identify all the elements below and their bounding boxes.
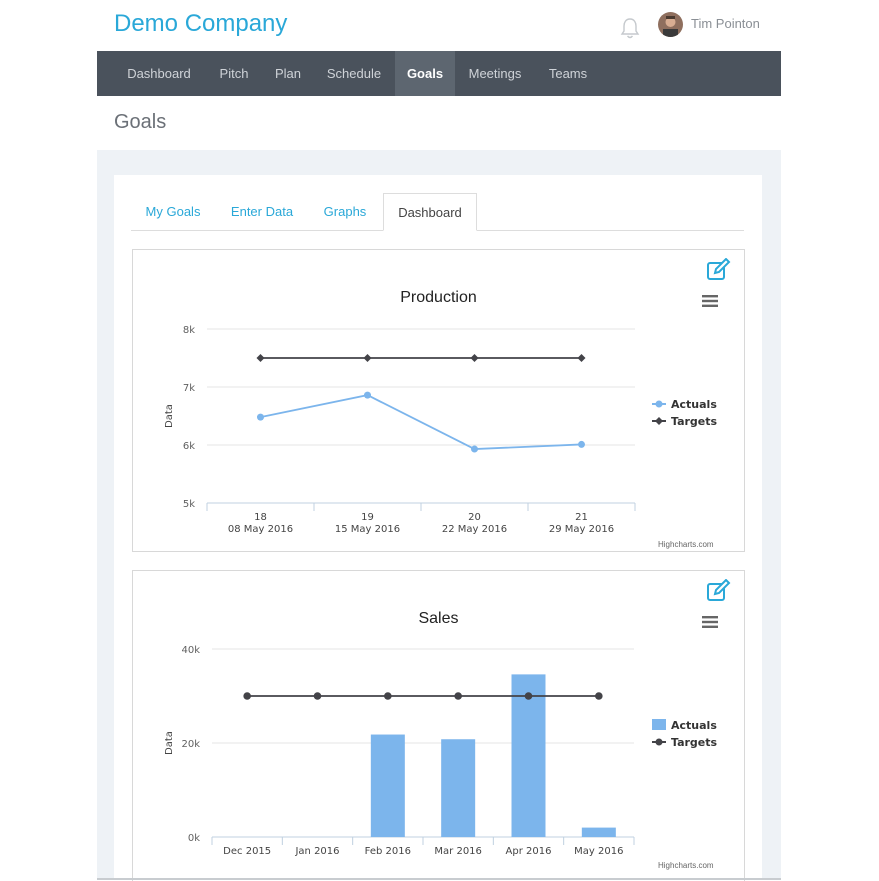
- x-tick-label: 08 May 2016: [228, 524, 293, 535]
- legend-swatch: [652, 719, 666, 730]
- x-tick-label: 15 May 2016: [335, 524, 400, 535]
- x-tick-label: May 2016: [574, 846, 623, 857]
- x-tick-label: 29 May 2016: [549, 524, 614, 535]
- nav-item-dashboard[interactable]: Dashboard: [115, 51, 203, 96]
- legend-label: Targets: [671, 736, 718, 749]
- y-axis-title: Data: [164, 731, 175, 755]
- highcharts-credit[interactable]: Highcharts.com: [658, 540, 714, 549]
- y-tick-label: 0k: [188, 833, 200, 844]
- x-tick-label: 20: [468, 512, 481, 523]
- x-tick-label: 21: [575, 512, 588, 523]
- data-point: [256, 354, 265, 362]
- sales-chart-card: Sales 0k 20k 40k Dec 2015 Jan 2016 Feb 2016 Ma…: [132, 570, 745, 881]
- data-point: [524, 692, 533, 700]
- nav-item-schedule[interactable]: Schedule: [315, 51, 393, 96]
- page-title: Goals: [114, 111, 167, 133]
- data-point: [384, 692, 392, 700]
- y-tick-label: 20k: [181, 739, 200, 750]
- brand-title[interactable]: Demo Company: [114, 10, 287, 38]
- sales-plot: 0k 20k 40k Dec 2015 Jan 2016 Feb 2016 Mar 2016…: [164, 645, 718, 857]
- legend-label: Actuals: [671, 719, 717, 732]
- production-plot: 5k 6k 7k 8k 1808 May 2016 1915 May 2016 2022 M…: [164, 325, 718, 535]
- production-chart-card: Production 5k 6k 7k 8k 18 08 May 2016 19 15 May…: [132, 249, 745, 552]
- nav-item-goals[interactable]: Goals: [395, 51, 455, 96]
- data-point: [363, 354, 372, 362]
- bell-icon[interactable]: [619, 16, 641, 40]
- data-point: [578, 440, 585, 448]
- data-point: [313, 692, 322, 700]
- legend-label: Targets: [671, 415, 718, 428]
- x-tick-label: Apr 2016: [506, 846, 552, 857]
- bar: [581, 827, 616, 837]
- legend-marker: [655, 738, 663, 746]
- x-tick-label: Jan 2016: [294, 846, 339, 857]
- y-tick-label: 7k: [183, 383, 195, 394]
- tab-enter-data[interactable]: Enter Data: [220, 193, 304, 230]
- nav-item-teams[interactable]: Teams: [537, 51, 599, 96]
- nav-item-plan[interactable]: Plan: [265, 51, 311, 96]
- tab-my-goals[interactable]: My Goals: [134, 193, 212, 230]
- highcharts-credit[interactable]: Highcharts.com: [658, 861, 714, 870]
- x-tick-label: 19: [361, 512, 374, 523]
- data-point: [454, 692, 462, 700]
- x-tick-label: Dec 2015: [223, 846, 271, 857]
- series-line-actuals: [260, 394, 582, 450]
- x-tick-label: 18: [254, 512, 267, 523]
- main-nav: Dashboard Pitch Plan Schedule Goals Meet…: [97, 51, 781, 96]
- data-point: [595, 692, 603, 700]
- y-tick-label: 5k: [183, 499, 195, 510]
- nav-item-pitch[interactable]: Pitch: [205, 51, 263, 96]
- bar: [370, 734, 405, 837]
- avatar[interactable]: [658, 12, 683, 37]
- data-point: [470, 354, 479, 362]
- tab-dashboard[interactable]: Dashboard: [383, 193, 477, 231]
- data-point: [257, 413, 264, 421]
- legend-marker: [655, 400, 663, 408]
- y-axis-title: Data: [164, 404, 175, 428]
- data-point: [577, 354, 586, 362]
- nav-item-meetings[interactable]: Meetings: [457, 51, 533, 96]
- y-tick-label: 40k: [181, 645, 200, 656]
- user-name[interactable]: Tim Pointon: [691, 16, 760, 31]
- y-tick-label: 8k: [183, 325, 195, 336]
- tab-graphs[interactable]: Graphs: [312, 193, 378, 230]
- data-point: [364, 391, 371, 399]
- x-tick-label: Mar 2016: [434, 846, 482, 857]
- x-tick-label: Feb 2016: [365, 846, 411, 857]
- data-point: [471, 445, 478, 453]
- legend-label: Actuals: [671, 398, 717, 411]
- bar: [441, 739, 476, 837]
- y-tick-label: 6k: [183, 441, 195, 452]
- x-tick-label: 22 May 2016: [442, 524, 507, 535]
- legend-marker: [655, 417, 663, 425]
- data-point: [243, 692, 251, 700]
